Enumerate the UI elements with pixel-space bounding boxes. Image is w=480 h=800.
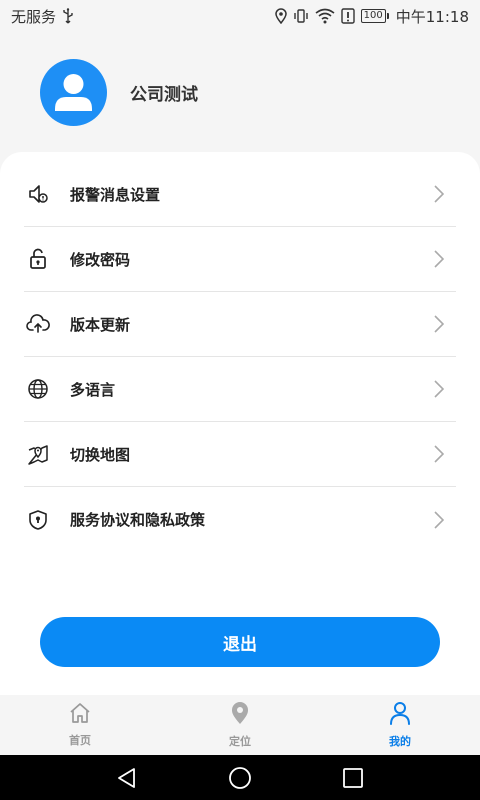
home-circle-icon[interactable] [220,758,260,798]
tab-home[interactable]: 首页 [0,695,160,755]
tab-label: 我的 [389,735,411,748]
avatar[interactable] [40,58,107,126]
tab-label: 首页 [69,734,91,747]
menu-item-label: 切换地图 [70,445,131,464]
back-triangle-icon[interactable] [107,758,147,798]
location-status-icon [274,8,287,24]
cloud-upload-icon [26,312,50,336]
tab-mine[interactable]: 我的 [320,695,480,755]
shield-icon [26,508,50,532]
settings-menu: 报警消息设置 修改密码 版本更新 多语言 切换地图 服务协议和隐私政策 [0,152,480,554]
battery-level: 100 [363,10,383,21]
location-pin-icon [230,701,250,729]
person-icon [389,701,411,729]
chevron-right-icon [434,445,448,463]
clock: 中午11:18 [395,7,469,26]
menu-item-switch-map[interactable]: 切换地图 [24,422,456,487]
alarm-speaker-icon [26,182,50,206]
globe-icon [26,377,50,401]
tab-location[interactable]: 定位 [160,695,320,755]
system-nav-bar [0,755,480,800]
logout-area: 退出 [0,554,480,695]
tab-label: 定位 [229,735,251,748]
map-pin-icon [26,442,50,466]
vibrate-icon [293,8,309,24]
unlock-icon [26,247,50,271]
usb-icon [62,8,74,24]
user-avatar-icon [55,73,92,111]
wifi-icon [315,8,335,24]
menu-item-version-update[interactable]: 版本更新 [24,292,456,357]
menu-item-label: 修改密码 [70,250,131,269]
menu-item-label: 服务协议和隐私政策 [70,511,206,529]
menu-item-alarm-settings[interactable]: 报警消息设置 [24,162,456,227]
menu-item-language[interactable]: 多语言 [24,357,456,422]
chevron-right-icon [434,250,448,268]
chevron-right-icon [434,380,448,398]
menu-item-label: 版本更新 [70,315,131,334]
username: 公司测试 [130,84,198,105]
menu-item-privacy-policy[interactable]: 服务协议和隐私政策 [24,487,456,552]
home-icon [68,702,92,728]
chevron-right-icon [434,185,448,203]
menu-item-change-password[interactable]: 修改密码 [24,227,456,292]
chevron-right-icon [434,315,448,333]
battery-indicator: 100 [360,9,389,23]
recents-square-icon[interactable] [333,758,373,798]
carrier-text: 无服务 [11,7,57,26]
chevron-right-icon [434,510,448,529]
alert-icon [340,8,355,24]
bottom-tab-bar: 首页 定位 我的 [0,695,480,755]
logout-button[interactable]: 退出 [40,617,440,667]
status-bar: 无服务 100 中午11:18 [0,0,480,32]
menu-item-label: 报警消息设置 [70,185,161,204]
menu-item-label: 多语言 [70,380,116,399]
profile-header: 公司测试 [0,32,480,152]
